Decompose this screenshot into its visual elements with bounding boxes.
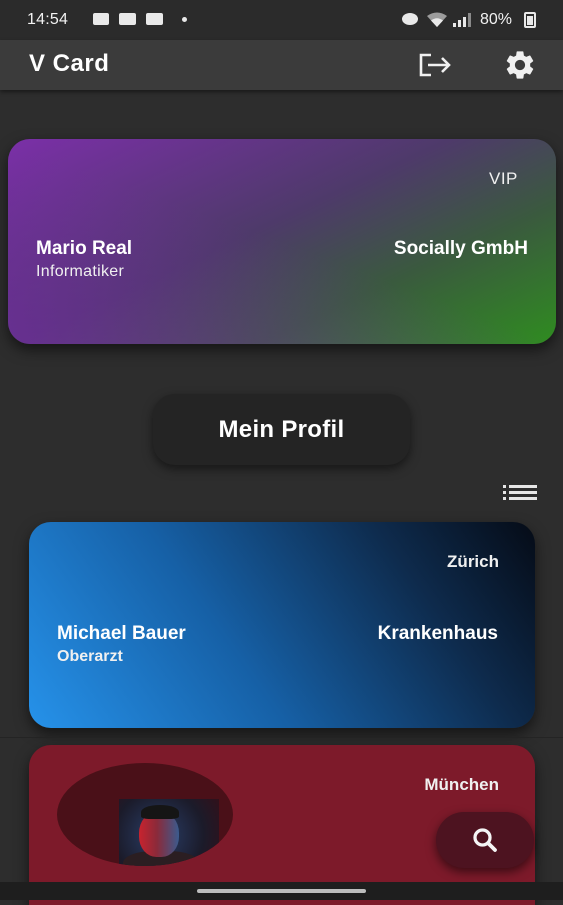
- app-bar: V Card: [0, 40, 563, 90]
- logout-button[interactable]: [416, 46, 454, 84]
- contact-role: Oberarzt: [57, 648, 123, 665]
- gear-icon: [506, 51, 534, 79]
- search-icon: [473, 828, 497, 852]
- contact-card[interactable]: Zürich Michael Bauer Oberarzt Krankenhau…: [29, 522, 535, 728]
- avatar: [57, 763, 233, 866]
- card-company: Socially GmbH: [393, 238, 528, 259]
- alarm-icon: [402, 13, 418, 25]
- status-bar: 14:54 80%: [0, 0, 563, 40]
- card-badge: VIP: [489, 169, 518, 188]
- list-icon[interactable]: [503, 484, 537, 500]
- contact-company: Krankenhaus: [377, 623, 498, 644]
- more-notifications-icon: [182, 17, 187, 22]
- card-name: Mario Real: [36, 238, 133, 259]
- my-profile-button[interactable]: Mein Profil: [153, 394, 410, 465]
- gallery-notification-icon: [93, 13, 109, 25]
- search-button[interactable]: [436, 812, 534, 868]
- message-notification-icon-2: [146, 13, 163, 25]
- settings-button[interactable]: [501, 46, 539, 84]
- battery-percent: 80%: [480, 11, 513, 28]
- logout-icon: [419, 53, 451, 77]
- wifi-icon: [427, 12, 447, 27]
- home-gesture-handle[interactable]: [197, 889, 366, 893]
- battery-icon: [524, 12, 536, 28]
- system-nav-bar: [0, 882, 563, 900]
- app-title: V Card: [29, 50, 110, 77]
- card-role: Informatiker: [36, 263, 125, 280]
- message-notification-icon: [119, 13, 136, 25]
- status-time: 14:54: [27, 11, 69, 28]
- divider: [0, 737, 563, 738]
- contact-city: Zürich: [447, 552, 499, 571]
- contact-name: Michael Bauer: [57, 623, 186, 644]
- signal-icon: [453, 13, 471, 27]
- contact-city: München: [424, 775, 499, 794]
- own-business-card[interactable]: VIP Mario Real Informatiker Socially Gmb…: [8, 139, 556, 344]
